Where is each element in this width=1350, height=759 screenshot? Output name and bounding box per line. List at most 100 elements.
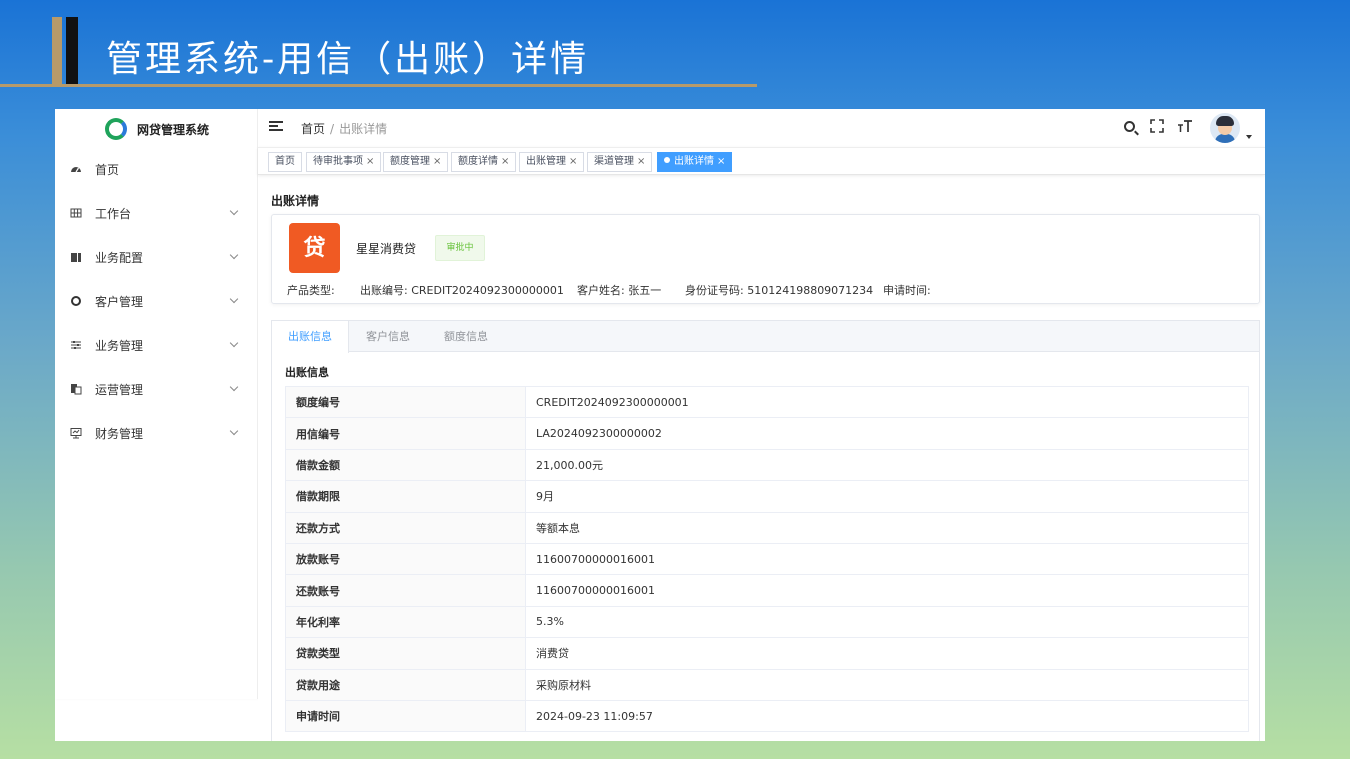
tag-pending-approval[interactable]: 待审批事项 × [306,152,382,172]
id-number: 身份证号码: 510124198809071234 [685,284,874,297]
row-value: 消费贷 [525,637,1249,670]
sidebar-item-label: 首页 [95,162,120,177]
dashboard-icon [70,163,82,175]
row-label: 贷款类型 [285,637,526,670]
hamburger-icon[interactable] [269,121,283,132]
tag-disbursement-management[interactable]: 出账管理 × [519,152,585,172]
chevron-down-icon [229,426,239,436]
sidebar: 网贷管理系统 首页 工作台 业务配置 客户管理 业务管理 运营管理 财务管理 [55,109,258,699]
tag-quota-management[interactable]: 额度管理 × [383,152,449,172]
sidebar-item-label: 客户管理 [95,294,144,309]
close-icon[interactable]: × [717,156,725,167]
table-row: 还款账号 11600700000016001 [285,574,1249,607]
main-content: 首页 / 出账详情 首页 待审批事项 × 额度管理 × 额度详情 × 出账管理 … [258,109,1265,741]
tag-label: 出账管理 [526,156,566,167]
row-value: 11600700000016001 [525,542,1249,576]
sidebar-item-label: 业务配置 [95,250,144,265]
credit-number: 出账编号: CREDIT2024092300000001 [360,284,564,297]
sidebar-item-customers[interactable]: 客户管理 [55,279,258,323]
sidebar-item-finance[interactable]: 财务管理 [55,411,258,455]
row-label: 借款期限 [285,480,526,513]
sliders-icon [70,339,82,351]
close-icon[interactable]: × [433,156,441,167]
sidebar-item-business-config[interactable]: 业务配置 [55,235,258,279]
row-label: 还款账号 [285,574,526,607]
sidebar-item-label: 业务管理 [95,338,144,353]
logo[interactable]: 网贷管理系统 [105,117,209,141]
chevron-down-icon [229,294,239,304]
tab-customer-info[interactable]: 客户信息 [352,321,424,352]
table-row: 贷款用途 采购原材料 [285,668,1249,701]
toolbar-icons [1105,113,1265,143]
table-row: 年化利率 5.3% [285,605,1249,639]
table-row: 额度编号 CREDIT2024092300000001 [285,385,1249,419]
tag-label: 渠道管理 [594,156,634,167]
search-icon[interactable] [1124,121,1135,132]
ring-icon [70,295,82,307]
table-row: 申请时间 2024-09-23 11:09:57 [285,699,1249,733]
table-row: 贷款类型 消费贷 [285,637,1249,670]
customer-name: 客户姓名: 张五一 [577,284,662,297]
status-badge: 审批中 [435,235,485,261]
fullscreen-icon[interactable] [1150,119,1164,137]
app-window: 网贷管理系统 首页 工作台 业务配置 客户管理 业务管理 运营管理 财务管理 首… [55,109,1265,741]
loan-product-icon: 贷 [289,223,340,273]
close-icon[interactable]: × [569,156,577,167]
detail-table: 额度编号 CREDIT2024092300000001 用信编号 LA20240923… [285,385,1249,733]
sidebar-item-business-mgmt[interactable]: 业务管理 [55,323,258,367]
close-icon[interactable]: × [637,156,645,167]
row-label: 贷款用途 [285,668,526,701]
sidebar-item-home[interactable]: 首页 [55,147,258,191]
tabs-header: 出账信息 客户信息 额度信息 [272,321,1259,353]
slide-header: 管理系统-用信（出账）详情 [0,0,1350,90]
table-row: 借款金额 21,000.00元 [285,448,1249,482]
avatar[interactable] [1210,113,1240,143]
tag-channel-management[interactable]: 渠道管理 × [587,152,653,172]
table-row: 放款账号 11600700000016001 [285,542,1249,576]
title-black-bar [66,17,78,84]
monitor-icon [70,427,82,439]
tabs-card: 出账信息 客户信息 额度信息 出账信息 额度编号 CREDIT2024092300… [271,320,1260,741]
sidebar-item-operations[interactable]: 运营管理 [55,367,258,411]
close-icon[interactable]: × [501,156,509,167]
row-label: 额度编号 [285,385,526,419]
sidebar-item-label: 运营管理 [95,382,144,397]
tab-disbursement-info[interactable]: 出账信息 [272,321,349,353]
table-row: 借款期限 9月 [285,480,1249,513]
breadcrumb-home[interactable]: 首页 [301,122,325,136]
caret-down-icon[interactable] [1246,135,1252,139]
tag-label: 出账详情 [674,156,714,167]
sidebar-item-workbench[interactable]: 工作台 [55,191,258,235]
tag-home[interactable]: 首页 [268,152,302,172]
product-name: 星星消费贷 [356,242,417,256]
row-value: 21,000.00元 [525,448,1249,482]
copy-icon [70,383,82,395]
tag-quota-detail[interactable]: 额度详情 × [451,152,517,172]
font-size-icon[interactable] [1177,119,1193,137]
table-row: 还款方式 等额本息 [285,511,1249,544]
table-row: 用信编号 LA2024092300000002 [285,417,1249,450]
sidebar-menu: 首页 工作台 业务配置 客户管理 业务管理 运营管理 财务管理 [55,147,258,455]
app-name: 网贷管理系统 [137,122,210,137]
sidebar-item-label: 工作台 [95,206,132,221]
slide-title: 管理系统-用信（出账）详情 [106,39,590,80]
row-value: 11600700000016001 [525,574,1249,607]
row-label: 年化利率 [285,605,526,639]
chevron-down-icon [229,382,239,392]
row-value: 9月 [525,480,1249,513]
row-label: 放款账号 [285,542,526,576]
logo-icon [105,118,127,140]
row-value: 5.3% [525,605,1249,639]
row-label: 申请时间 [285,699,526,733]
row-value: 等额本息 [525,511,1249,544]
book-icon [70,251,82,263]
title-accent-bar [52,17,62,84]
tab-quota-info[interactable]: 额度信息 [430,321,502,352]
tag-label: 额度管理 [390,156,430,167]
row-label: 用信编号 [285,417,526,450]
chevron-down-icon [229,338,239,348]
close-icon[interactable]: × [366,156,374,167]
sidebar-item-label: 财务管理 [95,426,144,441]
tag-disbursement-detail[interactable]: 出账详情 × [657,152,733,172]
tag-label: 首页 [275,156,295,167]
